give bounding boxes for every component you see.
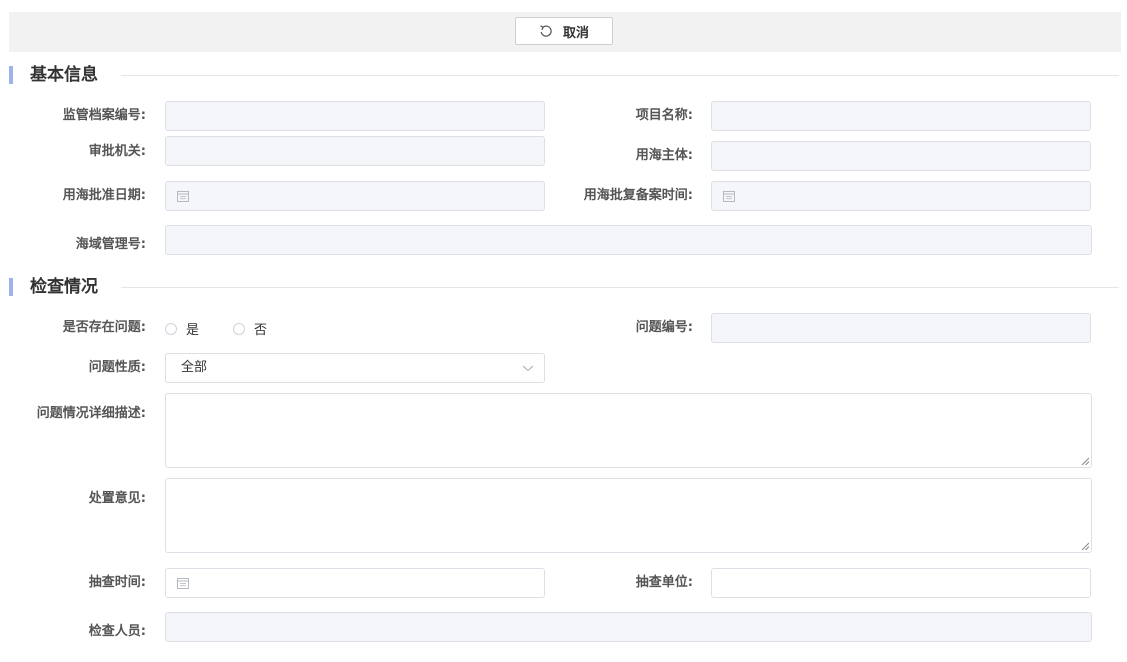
project-name-label: 项目名称: (635, 108, 693, 123)
check-time-label: 抽查时间: (88, 575, 146, 590)
sea-area-no-label: 海域管理号: (75, 237, 146, 252)
check-unit-label: 抽查单位: (635, 575, 693, 590)
section-basic-info: 基本信息 (9, 64, 1119, 86)
project-name-field[interactable] (711, 101, 1091, 131)
problem-no-field[interactable] (711, 313, 1091, 343)
section-divider (121, 75, 1119, 76)
archive-no-field[interactable] (165, 101, 545, 131)
inspector-field[interactable] (165, 612, 1092, 642)
problem-nature-value: 全部 (181, 360, 208, 375)
check-time-picker[interactable] (165, 568, 545, 598)
cancel-button-label: 取消 (562, 25, 589, 41)
section-accent-bar (9, 66, 13, 84)
toolbar: 取消 (9, 12, 1121, 52)
problem-nature-select[interactable]: 全部 (165, 353, 545, 383)
sea-user-label: 用海主体: (635, 148, 693, 163)
record-time-picker[interactable] (711, 181, 1091, 211)
record-time-label: 用海批复备案时间: (583, 188, 693, 203)
approval-date-picker[interactable] (165, 181, 545, 211)
radio-circle[interactable] (165, 322, 177, 335)
approval-date-label: 用海批准日期: (62, 188, 146, 203)
calendar-icon (177, 191, 189, 202)
calendar-icon (723, 191, 735, 202)
radio-no[interactable]: 否 (233, 319, 267, 338)
section-title-inspection: 检查情况 (30, 276, 110, 298)
opinion-textarea[interactable] (165, 478, 1092, 553)
authority-field[interactable] (165, 136, 545, 166)
has-problem-label: 是否存在问题: (62, 320, 146, 335)
sea-user-field[interactable] (711, 141, 1091, 171)
sea-area-no-field[interactable] (165, 225, 1092, 255)
problem-nature-label: 问题性质: (88, 360, 146, 375)
opinion-label: 处置意见: (88, 491, 146, 506)
inspector-label: 检查人员: (88, 624, 146, 639)
archive-no-label: 监管档案编号: (62, 108, 146, 123)
cancel-button[interactable]: 取消 (515, 17, 613, 45)
section-divider (121, 287, 1119, 288)
radio-circle[interactable] (233, 322, 245, 335)
resize-handle-icon[interactable] (1081, 457, 1089, 465)
radio-no-label: 否 (254, 323, 268, 338)
section-title-basic: 基本信息 (30, 64, 110, 86)
authority-label: 审批机关: (88, 144, 146, 159)
calendar-icon (177, 578, 189, 589)
description-label: 问题情况详细描述: (36, 406, 146, 421)
description-textarea[interactable] (165, 393, 1092, 468)
radio-yes[interactable]: 是 (165, 319, 199, 338)
problem-no-label: 问题编号: (635, 320, 693, 335)
resize-handle-icon[interactable] (1081, 542, 1089, 550)
radio-yes-label: 是 (186, 323, 200, 338)
check-unit-field[interactable] (711, 568, 1091, 598)
undo-icon (540, 25, 552, 37)
section-accent-bar (9, 278, 13, 296)
section-inspection: 检查情况 (9, 276, 1119, 298)
chevron-down-icon (522, 365, 534, 372)
